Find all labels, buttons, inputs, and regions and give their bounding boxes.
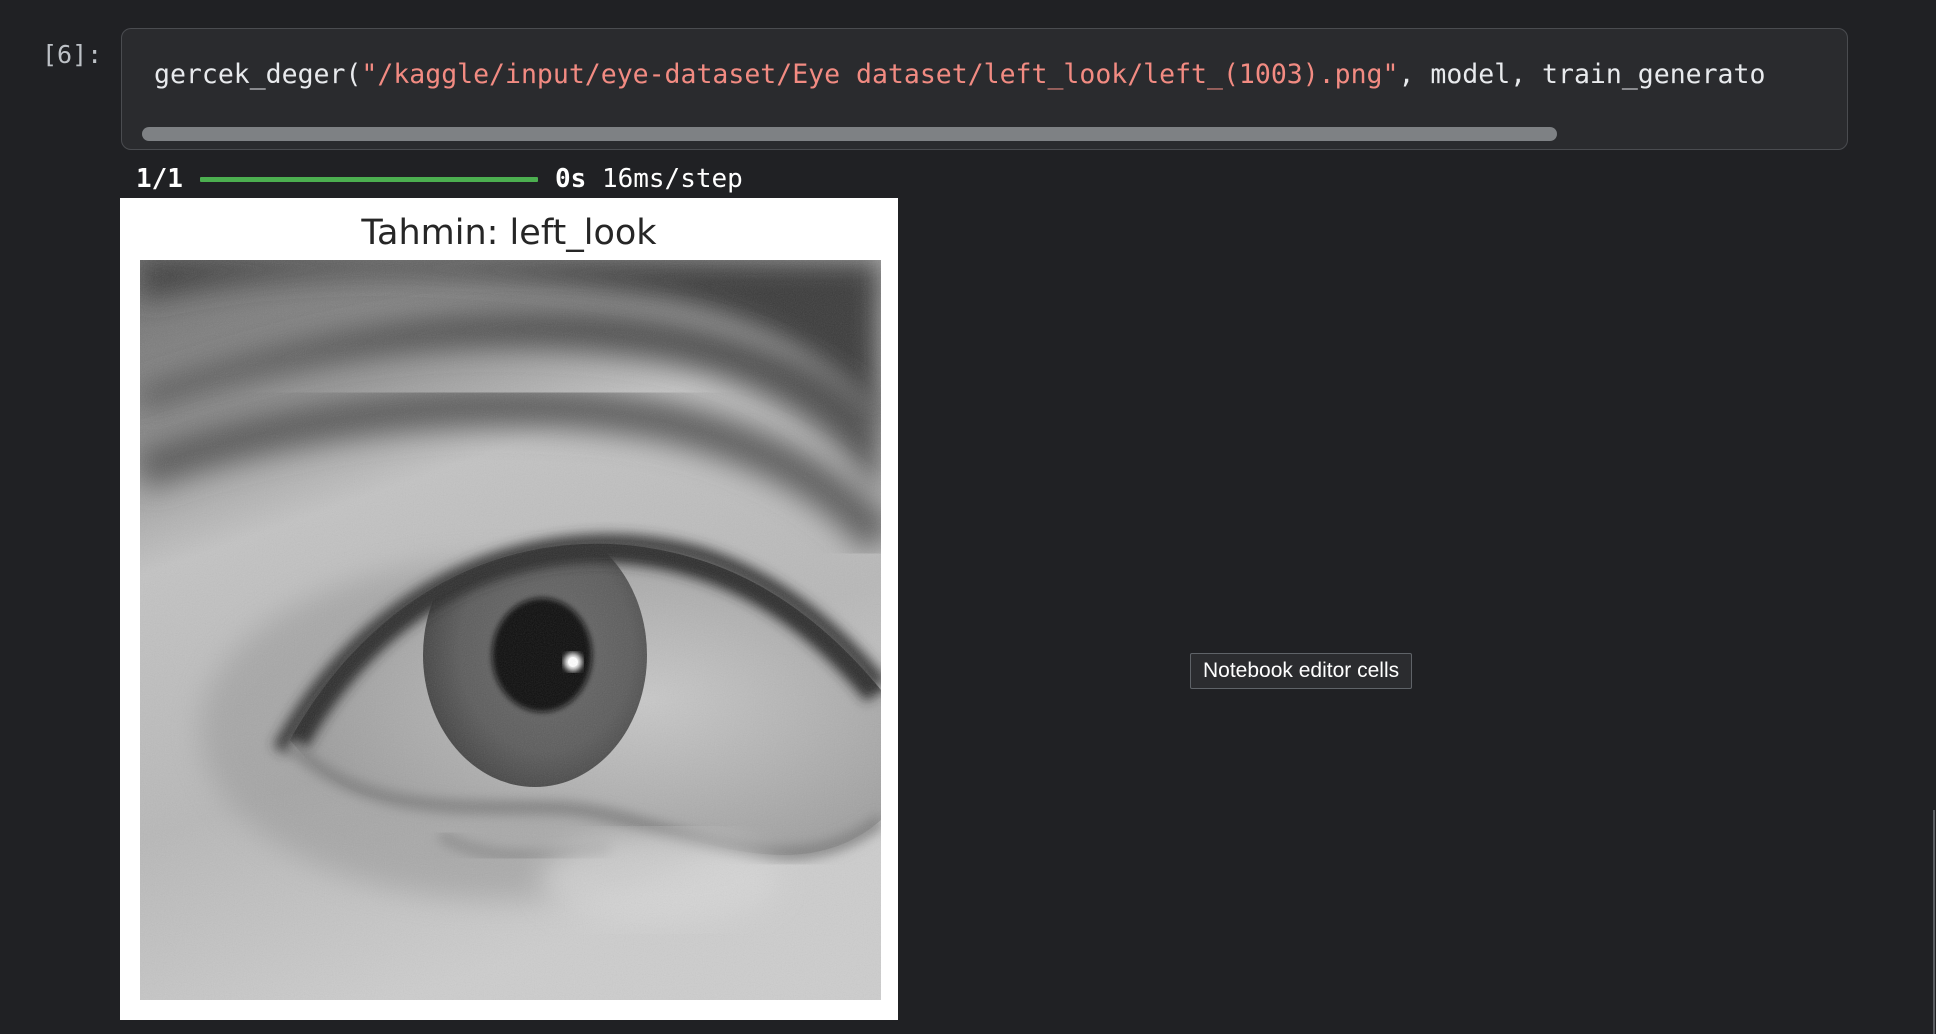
- code-function-call: gercek_deger(: [154, 59, 362, 90]
- progress-time: 0s: [554, 164, 587, 194]
- output-figure: Tahmin: left_look: [120, 198, 898, 1020]
- code-arguments: , model, train_generato: [1398, 59, 1766, 90]
- progress-count: 1/1: [136, 164, 183, 194]
- right-edge-scrollbar-track[interactable]: [1933, 810, 1935, 1034]
- progress-output: 1/1 0s 16ms/step: [136, 160, 743, 198]
- horizontal-scrollbar-thumb[interactable]: [142, 127, 1557, 141]
- eye-photo: [140, 260, 881, 1000]
- code-string-literal: "/kaggle/input/eye-dataset/Eye dataset/l…: [361, 59, 1399, 90]
- tooltip: Notebook editor cells: [1190, 653, 1413, 689]
- figure-title: Tahmin: left_look: [361, 213, 657, 253]
- code-cell[interactable]: gercek_deger("/kaggle/input/eye-dataset/…: [121, 28, 1848, 150]
- progress-rate: 16ms/step: [601, 164, 743, 194]
- code-line[interactable]: gercek_deger("/kaggle/input/eye-dataset/…: [154, 59, 1765, 90]
- execution-count-prompt: [6]:: [42, 40, 103, 69]
- progress-bar: [199, 176, 538, 182]
